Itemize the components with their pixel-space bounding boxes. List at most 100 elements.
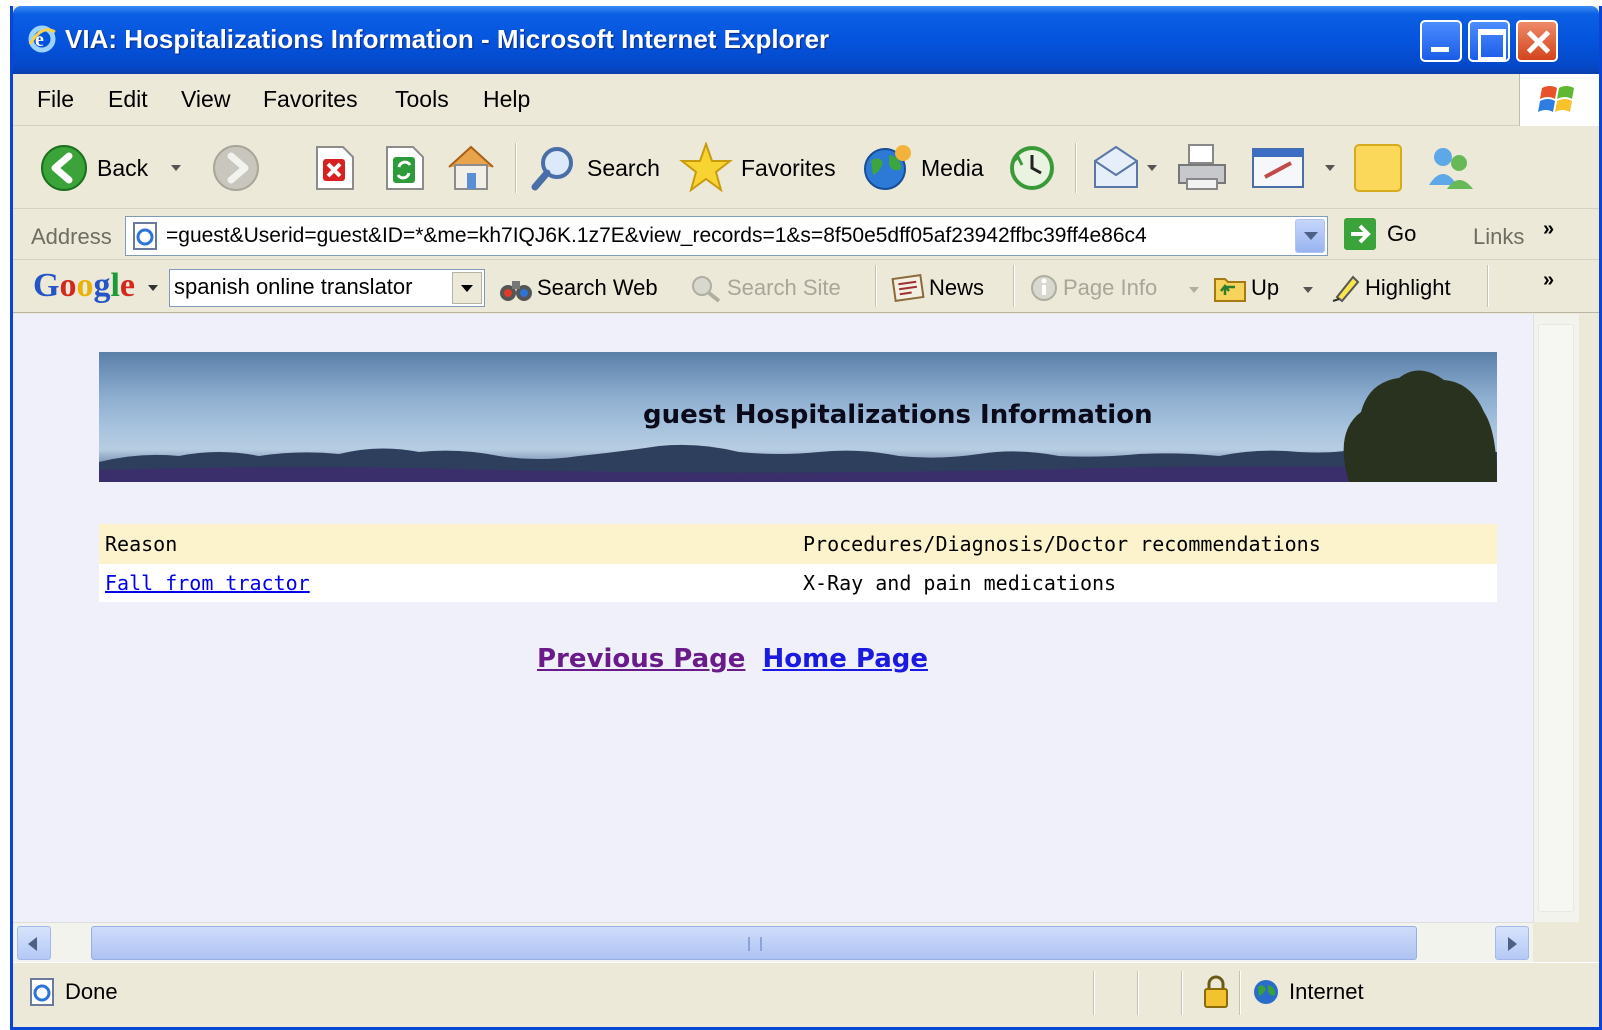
back-label: Back [97,154,149,181]
media-button[interactable]: Media [861,141,984,195]
windows-flag-icon [1519,74,1599,126]
google-toolbar-chevron-icon[interactable]: » [1543,269,1554,292]
favorites-button[interactable]: Favorites [679,141,836,195]
maximize-button[interactable] [1468,20,1510,62]
news-button[interactable]: News [891,273,984,303]
binoculars-icon [500,281,532,301]
highlight-button[interactable]: Highlight [1331,273,1451,303]
address-dropdown-button[interactable] [1295,219,1325,253]
menu-help[interactable]: Help [483,86,530,113]
page-info-label: Page Info [1063,275,1158,300]
vertical-scroll-track[interactable] [1538,324,1574,912]
horizontal-scrollbar[interactable] [13,922,1533,962]
news-icon [891,274,925,302]
go-arrow-icon [1344,218,1376,250]
search-icon [531,147,573,191]
lock-icon [1204,975,1228,1008]
menu-tools[interactable]: Tools [395,86,449,113]
status-separator [1093,971,1095,1015]
news-label: News [929,275,985,300]
page-title: guest Hospitalizations Information [643,400,1153,430]
internet-globe-icon [1254,980,1278,1004]
links-button[interactable]: Links [1473,224,1524,250]
toolbar-separator [1075,143,1077,193]
page-done-icon [30,978,54,1006]
page-icon [133,222,157,250]
address-input[interactable] [166,224,1286,248]
forward-button[interactable] [211,141,261,195]
scrollbar-corner [1533,922,1579,962]
address-field[interactable] [125,216,1328,256]
google-toolbar: Google Search Web Search Site [13,261,1599,313]
go-button[interactable]: Go [1343,217,1416,251]
page-info-dropdown-icon[interactable] [1189,287,1199,293]
refresh-button[interactable] [383,141,425,195]
links-chevron-icon[interactable]: » [1543,218,1554,241]
edit-dropdown-icon[interactable] [1325,165,1335,171]
scroll-right-button[interactable] [1495,926,1529,960]
table-row: Fall from tractor X-Ray and pain medicat… [99,564,1497,602]
mail-button[interactable] [1091,141,1141,195]
mail-dropdown-icon[interactable] [1147,165,1157,171]
page-info-button[interactable]: Page Info [1029,273,1157,303]
search-site-button[interactable]: Search Site [689,273,841,303]
hospitalizations-table: Reason Procedures/Diagnosis/Doctor recom… [99,524,1497,602]
reason-link[interactable]: Fall from tractor [105,571,310,595]
scroll-left-button[interactable] [17,926,51,960]
back-dropdown-icon[interactable] [171,165,181,171]
menu-favorites[interactable]: Favorites [263,86,358,113]
search-web-button[interactable]: Search Web [499,273,658,303]
google-search-box[interactable] [169,269,485,307]
google-separator [875,265,877,307]
google-menu-dropdown-icon[interactable] [148,285,158,291]
history-clock-icon [1010,146,1054,190]
menu-edit[interactable]: Edit [108,86,148,113]
printer-icon [1178,144,1226,190]
menu-file[interactable]: File [37,86,74,113]
up-button[interactable]: Up [1213,273,1279,303]
search-site-icon [692,276,721,303]
minimize-button[interactable] [1420,20,1462,62]
mail-icon [1094,145,1138,188]
title-bar[interactable]: e VIA: Hospitalizations Information - Mi… [13,6,1599,74]
menu-view[interactable]: View [181,86,230,113]
search-button[interactable]: Search [529,141,660,195]
google-search-input[interactable] [170,270,440,304]
home-page-link[interactable]: Home Page [762,644,928,674]
edit-button[interactable] [1251,141,1305,195]
status-separator [1137,971,1139,1015]
home-button[interactable] [445,141,497,195]
info-icon [1031,275,1057,301]
messenger-button[interactable] [1423,141,1477,195]
favorites-label: Favorites [741,154,836,181]
page-content: guest Hospitalizations Information Reaso… [13,314,1533,922]
search-label: Search [587,154,660,181]
history-button[interactable] [1007,141,1057,195]
stop-button[interactable] [313,141,355,195]
previous-page-link[interactable]: Previous Page [537,644,745,674]
up-dropdown-icon[interactable] [1303,287,1313,293]
back-button[interactable]: Back [39,141,148,195]
highlight-label: Highlight [1365,275,1451,300]
edit-page-icon [1252,148,1304,188]
forward-arrow-icon [213,145,259,191]
close-button[interactable] [1516,20,1558,62]
cell-procedures: X-Ray and pain medications [797,564,1497,602]
discuss-button[interactable] [1353,141,1403,195]
google-separator [1487,265,1489,307]
google-logo[interactable]: Google [33,267,135,305]
scroll-grip-icon [748,937,762,951]
page-banner: guest Hospitalizations Information [99,352,1497,482]
stop-icon [316,146,354,190]
go-label: Go [1387,221,1417,246]
header-reason: Reason [99,524,797,564]
print-button[interactable] [1175,141,1229,195]
vertical-scrollbar[interactable] [1533,314,1579,922]
window-title: VIA: Hospitalizations Information - Micr… [65,24,830,54]
search-site-label: Search Site [727,275,841,300]
google-search-dropdown[interactable] [452,272,482,304]
media-label: Media [921,154,984,181]
favorites-star-icon [679,142,733,193]
horizontal-scroll-thumb[interactable] [91,926,1417,960]
folder-up-icon [1214,278,1246,302]
